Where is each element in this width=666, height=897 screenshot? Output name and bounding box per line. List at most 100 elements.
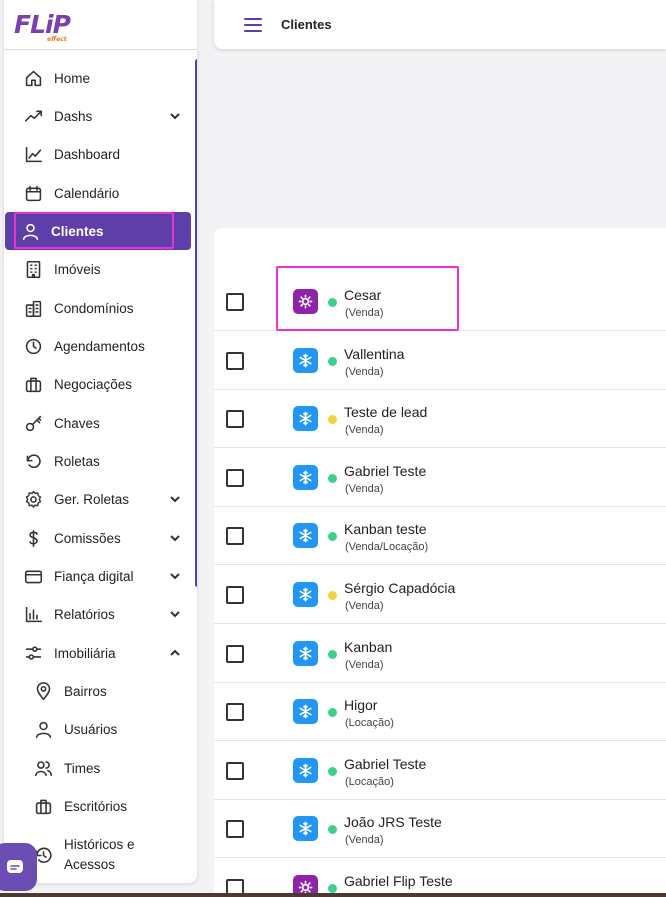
home-icon — [22, 67, 44, 89]
map-pin-icon — [32, 680, 54, 702]
sidebar-item-calend-rio[interactable]: Calendário — [8, 174, 191, 212]
chevron-up-icon[interactable] — [167, 645, 183, 661]
logo-main-text: FLiP — [14, 10, 71, 39]
sidebar-item-label: Ger. Roletas — [54, 491, 130, 507]
row-checkbox[interactable] — [226, 410, 244, 429]
client-name[interactable]: João JRS Teste — [344, 814, 442, 830]
chevron-down-icon[interactable] — [167, 108, 183, 124]
sidebar-item-condom-nios[interactable]: Condomínios — [8, 289, 191, 327]
label-line-2: Acessos — [64, 857, 116, 872]
menu-icon[interactable] — [244, 17, 262, 32]
sidebar-item-home[interactable]: Home — [8, 59, 191, 97]
snowflake-icon — [293, 699, 318, 725]
row-checkbox[interactable] — [226, 644, 244, 663]
sidebar-subitem-3[interactable]: Times — [8, 749, 191, 787]
snowflake-icon — [293, 523, 318, 549]
label-line-1: Históricos e — [64, 837, 135, 852]
snowflake-icon — [293, 757, 318, 783]
taskbar-strip — [0, 893, 666, 897]
sliders-icon — [22, 642, 44, 664]
sidebar-item-label: Condomínios — [54, 300, 134, 316]
sidebar-item-ger-roletas[interactable]: Ger. Roletas — [8, 480, 191, 518]
row-checkbox[interactable] — [226, 586, 244, 604]
row-checkbox[interactable] — [226, 468, 244, 487]
sidebar-item-negocia-es[interactable]: Negociações — [8, 365, 191, 403]
selected-client-highlight — [276, 266, 459, 331]
client-name[interactable]: Sérgio Capadócia — [344, 580, 455, 596]
row-checkbox[interactable] — [226, 761, 244, 780]
sidebar-subitem-4[interactable]: Escritórios — [8, 787, 191, 825]
client-name[interactable]: Gabriel Teste — [344, 756, 426, 772]
trending-up-icon — [22, 105, 44, 127]
chat-icon — [7, 860, 23, 873]
client-row[interactable]: Kanban teste (Venda/Locação) — [214, 507, 666, 566]
sidebar-item-agendamentos[interactable]: Agendamentos — [8, 327, 191, 365]
sidebar-item-comiss-es[interactable]: Comissões — [8, 519, 191, 557]
sidebar-subitem-label: Históricos e Acessos — [64, 835, 135, 875]
buildings-icon — [22, 297, 44, 319]
client-type: (Venda) — [345, 600, 384, 612]
client-row[interactable]: Higor (Locação) — [214, 683, 666, 742]
row-checkbox[interactable] — [226, 820, 244, 839]
briefcase-icon — [22, 373, 44, 395]
row-checkbox[interactable] — [226, 703, 244, 722]
client-name[interactable]: Higor — [344, 697, 377, 713]
chevron-down-icon[interactable] — [167, 568, 183, 584]
logo-sub-text: effect — [47, 36, 67, 43]
snowflake-icon — [293, 406, 318, 432]
client-name[interactable]: Vallentina — [344, 346, 404, 362]
chevron-down-icon[interactable] — [167, 491, 183, 507]
row-checkbox[interactable] — [226, 351, 244, 370]
status-dot — [328, 884, 337, 893]
client-name[interactable]: Teste de lead — [344, 404, 427, 420]
client-row[interactable]: Vallentina (Venda) — [214, 332, 666, 390]
client-type: (Locação) — [345, 775, 394, 788]
sidebar-item-label: Fiança digital — [54, 568, 134, 584]
client-row[interactable]: Gabriel Teste (Venda) — [214, 449, 666, 507]
sidebar-item-label: Roletas — [54, 453, 100, 469]
key-icon — [22, 412, 44, 434]
row-checkbox[interactable] — [226, 527, 244, 546]
sidebar-item-label: Comissões — [54, 530, 121, 546]
row-checkbox[interactable] — [226, 293, 244, 311]
status-dot — [328, 708, 337, 718]
client-row[interactable]: Gabriel Flip Teste — [214, 859, 666, 897]
client-row[interactable]: Gabriel Teste (Locação) — [214, 742, 666, 800]
sidebar-subitem-1[interactable]: Bairros — [8, 672, 191, 710]
client-row[interactable]: Kanban (Venda) — [214, 625, 666, 683]
client-name[interactable]: Gabriel Flip Teste — [344, 873, 453, 889]
client-type: (Locação) — [345, 717, 394, 730]
sidebar-scrollbar[interactable] — [195, 59, 197, 587]
status-dot — [328, 415, 337, 425]
sidebar-item-chaves[interactable]: Chaves — [8, 404, 191, 442]
chevron-down-icon[interactable] — [167, 530, 183, 546]
sidebar-item-label: Dashs — [54, 108, 93, 124]
sidebar-item-dashboard[interactable]: Dashboard — [8, 135, 191, 173]
client-row[interactable]: João JRS Teste (Venda) — [214, 800, 666, 859]
sidebar-subitem-label: Bairros — [64, 683, 107, 699]
client-name[interactable]: Gabriel Teste — [344, 463, 426, 479]
snowflake-icon — [293, 640, 318, 666]
chat-button[interactable] — [0, 843, 37, 891]
sidebar-item-label: Relatórios — [54, 606, 115, 622]
client-name[interactable]: Kanban teste — [344, 521, 427, 537]
sidebar-item-relat-rios[interactable]: Relatórios — [8, 595, 191, 633]
sidebar-item-im-veis[interactable]: Imóveis — [8, 250, 191, 288]
sidebar-item-fian-a-digital[interactable]: Fiança digital — [8, 557, 191, 595]
client-row[interactable]: Teste de lead (Venda) — [214, 390, 666, 449]
logo[interactable]: FLiP effect — [4, 0, 197, 50]
sidebar-item-label: Imobiliária — [54, 645, 116, 661]
client-row[interactable]: Sérgio Capadócia (Venda) — [214, 566, 666, 624]
sidebar-subitem-2[interactable]: Usuários — [8, 710, 191, 748]
sidebar-item-dashs[interactable]: Dashs — [8, 97, 191, 135]
sidebar-item-roletas[interactable]: Roletas — [8, 442, 191, 480]
sidebar-item-label: Home — [54, 70, 91, 86]
sidebar-item-imobili-ria[interactable]: Imobiliária — [8, 634, 191, 672]
client-name[interactable]: Kanban — [344, 639, 392, 655]
chevron-down-icon[interactable] — [167, 606, 183, 622]
briefcase-icon — [32, 795, 54, 817]
status-dot — [328, 356, 337, 366]
status-dot — [328, 473, 337, 483]
page-title: Clientes — [281, 17, 332, 32]
user-icon — [32, 718, 54, 740]
